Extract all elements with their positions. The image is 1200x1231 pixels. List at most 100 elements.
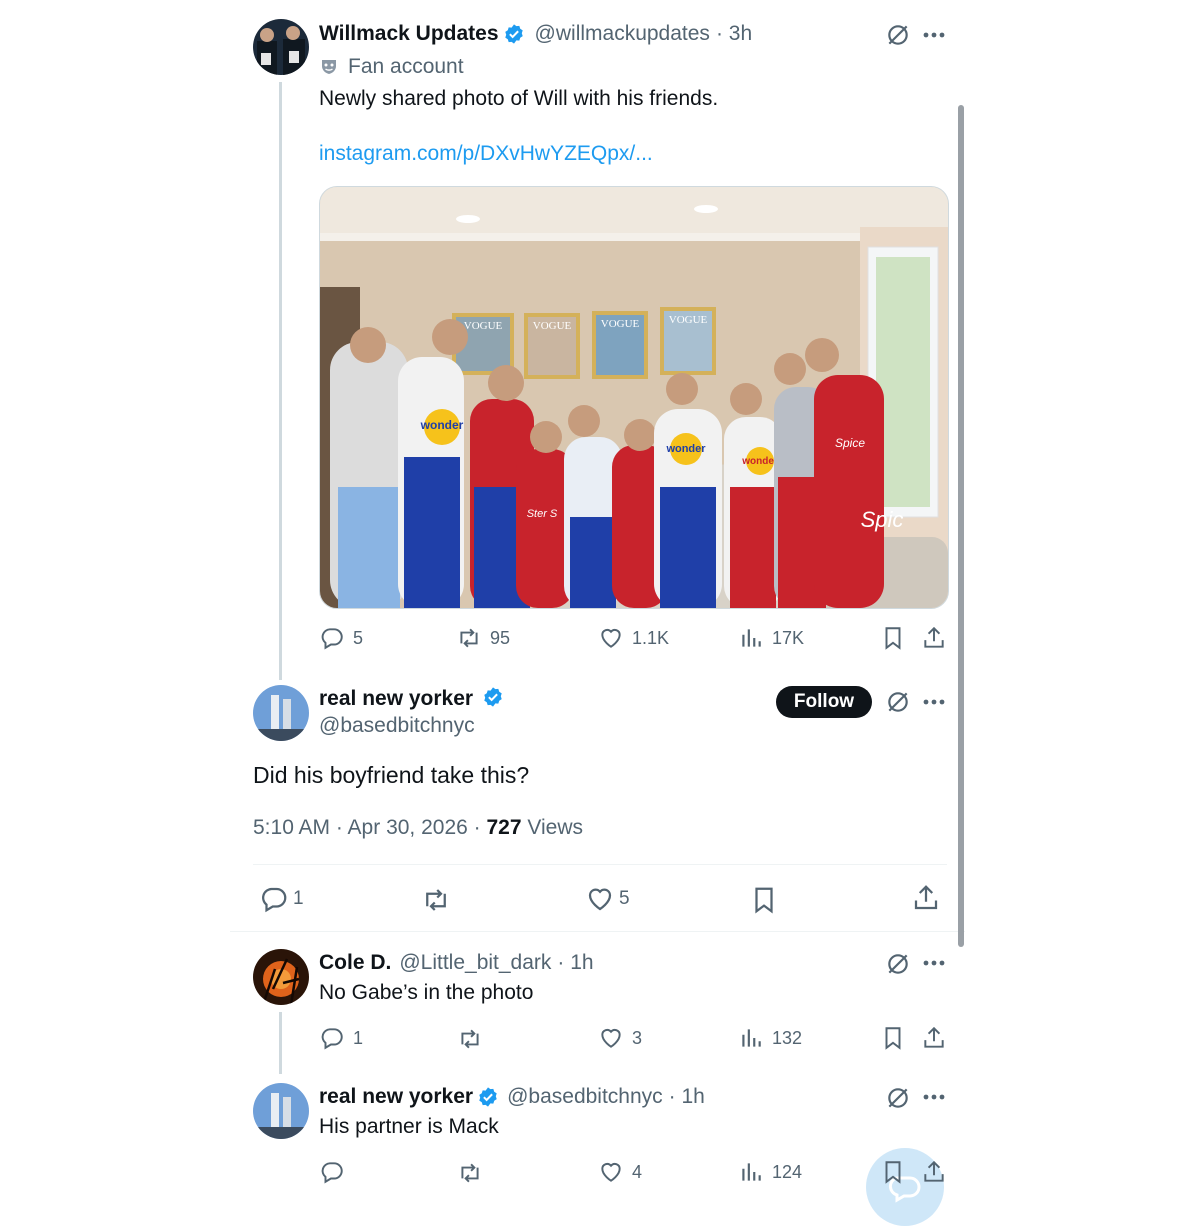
share-button[interactable] (910, 882, 942, 914)
avatar-real-new-yorker[interactable] (253, 685, 309, 741)
repost-count: 95 (490, 627, 511, 648)
like-count: 3 (632, 1027, 643, 1048)
reply-header: Cole D. @Little_bit_dark · 1h (319, 950, 594, 976)
suit-logo-text: Spice (835, 436, 865, 450)
repost-button[interactable] (456, 1159, 484, 1187)
repost-button[interactable]: 95 (456, 625, 510, 651)
share-icon (914, 885, 938, 910)
suit-logo-text: wonder (665, 443, 706, 455)
more-button[interactable] (920, 1084, 948, 1110)
author-name[interactable]: real new yorker (319, 687, 473, 710)
reply-icon (262, 887, 287, 913)
more-button[interactable] (920, 689, 948, 715)
more-icon (923, 1094, 945, 1100)
reply-button[interactable] (319, 1159, 345, 1185)
avatar-real-new-yorker[interactable] (253, 1083, 309, 1139)
instagram-link[interactable]: instagram.com/p/DXvHwYZEQpx/... (319, 142, 653, 166)
reply-button[interactable]: 1 (259, 884, 304, 914)
share-icon (924, 1026, 944, 1048)
like-button[interactable]: 1.1K (598, 625, 669, 651)
views-count: 132 (772, 1027, 803, 1048)
grok-icon (888, 1088, 908, 1108)
reply-button[interactable]: 1 (319, 1025, 363, 1051)
author-name[interactable]: Willmack Updates (319, 22, 499, 46)
reply-text: No Gabe’s in the photo (319, 981, 534, 1004)
grok-icon (888, 25, 908, 45)
poster-title: VOGUE (601, 318, 640, 330)
reply-button[interactable]: 5 (319, 625, 363, 651)
like-count: 1.1K (632, 627, 670, 648)
bookmark-button[interactable] (748, 884, 780, 916)
grok-button[interactable] (884, 21, 912, 49)
reply-icon (321, 1028, 343, 1050)
avatar-cole-d[interactable] (253, 949, 309, 1005)
views-label: Views (521, 816, 584, 839)
share-button[interactable] (921, 1159, 947, 1185)
suit-logo-text: Ster S (527, 508, 558, 520)
repost-icon (461, 1029, 479, 1049)
avatar-willmack[interactable] (253, 19, 309, 75)
divider (253, 864, 947, 865)
like-button[interactable]: 5 (585, 884, 630, 914)
repost-button[interactable] (456, 1025, 484, 1053)
like-button[interactable]: 4 (598, 1159, 642, 1185)
tweet-time[interactable]: · 3h (716, 22, 752, 46)
main-tweet-header: Willmack Updates @willmackupdates · 3h (319, 20, 752, 48)
author-name[interactable]: Cole D. (319, 951, 391, 975)
grok-icon (888, 954, 908, 974)
scrollbar[interactable] (958, 105, 964, 947)
grok-button[interactable] (884, 688, 912, 716)
bookmark-button[interactable] (880, 1025, 906, 1051)
like-button[interactable]: 3 (598, 1025, 642, 1051)
views-count: 17K (772, 627, 805, 648)
tweet-time[interactable]: · 1h (669, 1085, 705, 1109)
share-icon (924, 626, 944, 648)
more-icon (923, 699, 945, 705)
reply-text: Did his boyfriend take this? (253, 762, 530, 788)
share-icon (924, 1160, 944, 1182)
verified-badge-icon (504, 24, 523, 44)
reply-count: 5 (353, 627, 364, 648)
repost-icon (460, 628, 478, 648)
share-button[interactable] (921, 1025, 947, 1051)
grok-button[interactable] (884, 950, 912, 978)
repost-button[interactable] (420, 884, 452, 916)
follow-button[interactable]: Follow (776, 686, 872, 718)
reply-count: 1 (293, 888, 304, 909)
author-handle[interactable]: @basedbitchnyc (319, 714, 475, 738)
more-button[interactable] (920, 22, 948, 48)
views-icon (742, 629, 761, 647)
bookmark-icon (885, 627, 901, 650)
like-count: 5 (619, 888, 630, 909)
like-icon (601, 628, 621, 648)
share-button[interactable] (921, 625, 947, 651)
fan-account-text: Fan account (348, 55, 464, 78)
repost-icon (426, 889, 446, 911)
tweet-photo[interactable]: VOGUE VOGUE VOGUE VOGUE wonder Ster S wo… (319, 186, 949, 609)
fan-account-label: Fan account (319, 54, 464, 80)
more-button[interactable] (920, 950, 948, 976)
like-count: 4 (632, 1161, 643, 1182)
bookmark-icon (755, 887, 773, 914)
thread-line-reply (279, 1012, 282, 1074)
grok-button[interactable] (884, 1084, 912, 1112)
reply-header: real new yorker @basedbitchnyc · 1h (319, 1084, 705, 1110)
author-handle[interactable]: @basedbitchnyc (507, 1085, 663, 1109)
repost-icon (461, 1163, 479, 1183)
tweet-time[interactable]: · 1h (557, 951, 593, 975)
author-name[interactable]: real new yorker (319, 1085, 473, 1109)
views-button[interactable]: 124 (738, 1159, 802, 1185)
author-handle[interactable]: @Little_bit_dark (399, 951, 551, 975)
views-button[interactable]: 132 (738, 1025, 802, 1051)
reply-count: 1 (353, 1027, 364, 1048)
bookmark-button[interactable] (880, 1159, 906, 1185)
like-icon (588, 888, 612, 911)
timestamp-text[interactable]: 5:10 AM · Apr 30, 2026 · (253, 816, 486, 839)
bookmark-icon (885, 1027, 901, 1050)
divider (230, 931, 965, 932)
suit-logo-text: Spic (861, 507, 904, 532)
like-icon (601, 1028, 621, 1048)
author-handle[interactable]: @willmackupdates (535, 22, 710, 46)
bookmark-button[interactable] (880, 625, 906, 651)
views-button[interactable]: 17K (738, 625, 804, 651)
